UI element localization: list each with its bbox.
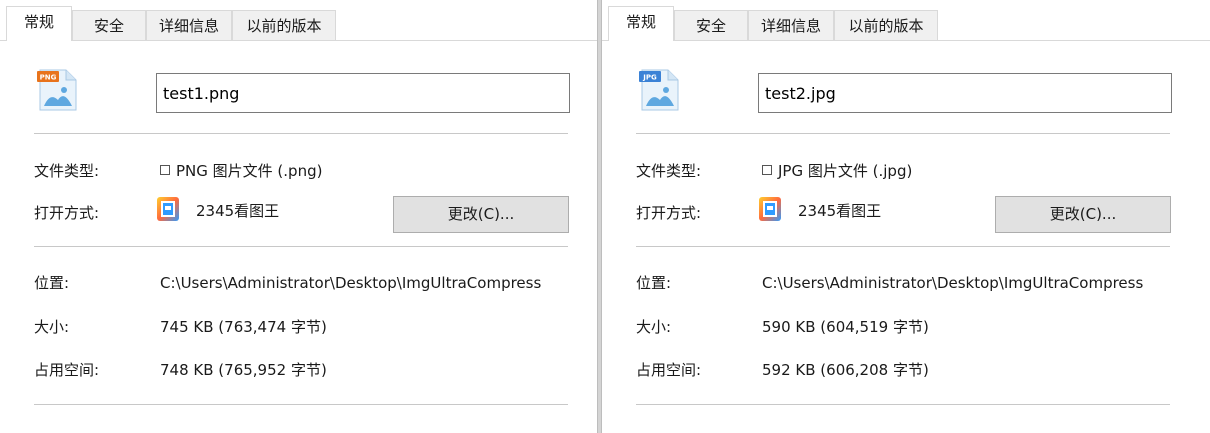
- tab-general[interactable]: 常规: [608, 6, 674, 41]
- tab-strip: 常规 安全 详细信息 以前的版本: [0, 0, 598, 41]
- file-type-label: 文件类型:: [34, 162, 100, 180]
- tab-security[interactable]: 安全: [674, 10, 748, 40]
- tab-strip-border: [602, 40, 1210, 41]
- divider: [34, 246, 568, 247]
- image-file-icon: PNG: [37, 69, 77, 111]
- size-label: 大小:: [636, 318, 672, 336]
- divider: [34, 404, 568, 405]
- file-type-text: PNG 图片文件 (.png): [176, 162, 323, 180]
- properties-panel-right: 常规 安全 详细信息 以前的版本 JPG 文件类型: JPG 图片文件 (.jp…: [602, 0, 1210, 433]
- app-name: 2345看图王: [196, 202, 280, 220]
- file-type-icon: [762, 165, 772, 175]
- change-button[interactable]: 更改(C)...: [995, 196, 1171, 233]
- location-label: 位置:: [34, 274, 70, 292]
- file-type-icon: [160, 165, 170, 175]
- tab-security[interactable]: 安全: [72, 10, 146, 40]
- size-value: 590 KB (604,519 字节): [762, 318, 929, 336]
- image-viewer-app-icon: [157, 197, 179, 221]
- file-type-value: PNG 图片文件 (.png): [160, 160, 322, 182]
- image-file-icon: JPG: [639, 69, 679, 111]
- tab-previous-versions[interactable]: 以前的版本: [834, 10, 938, 40]
- size-on-disk-label: 占用空间:: [34, 361, 100, 379]
- opens-with-label: 打开方式:: [34, 204, 100, 222]
- size-label: 大小:: [34, 318, 70, 336]
- divider: [636, 404, 1170, 405]
- filename-input[interactable]: [758, 73, 1172, 113]
- location-value: C:\Users\Administrator\Desktop\ImgUltraC…: [762, 274, 1144, 292]
- size-value: 745 KB (763,474 字节): [160, 318, 327, 336]
- location-value: C:\Users\Administrator\Desktop\ImgUltraC…: [160, 274, 542, 292]
- file-type-value: JPG 图片文件 (.jpg): [762, 160, 912, 182]
- app-name: 2345看图王: [798, 202, 882, 220]
- tab-strip: 常规 安全 详细信息 以前的版本: [602, 0, 1210, 41]
- location-label: 位置:: [636, 274, 672, 292]
- size-on-disk-label: 占用空间:: [636, 361, 702, 379]
- tab-details[interactable]: 详细信息: [748, 10, 834, 40]
- file-type-label: 文件类型:: [636, 162, 702, 180]
- tab-details[interactable]: 详细信息: [146, 10, 232, 40]
- tab-previous-versions[interactable]: 以前的版本: [232, 10, 336, 40]
- opens-with-label: 打开方式:: [636, 204, 702, 222]
- file-badge: JPG: [642, 74, 657, 82]
- size-on-disk-value: 592 KB (606,208 字节): [762, 361, 929, 379]
- divider: [34, 133, 568, 134]
- file-type-text: JPG 图片文件 (.jpg): [778, 162, 913, 180]
- divider: [636, 133, 1170, 134]
- divider: [636, 246, 1170, 247]
- tab-strip-border: [0, 40, 598, 41]
- change-button[interactable]: 更改(C)...: [393, 196, 569, 233]
- image-viewer-app-icon: [759, 197, 781, 221]
- tab-general[interactable]: 常规: [6, 6, 72, 41]
- file-badge: PNG: [40, 74, 57, 82]
- size-on-disk-value: 748 KB (765,952 字节): [160, 361, 327, 379]
- properties-panel-left: 常规 安全 详细信息 以前的版本 PNG 文件类型: PNG 图片文件 (.pn…: [0, 0, 598, 433]
- filename-input[interactable]: [156, 73, 570, 113]
